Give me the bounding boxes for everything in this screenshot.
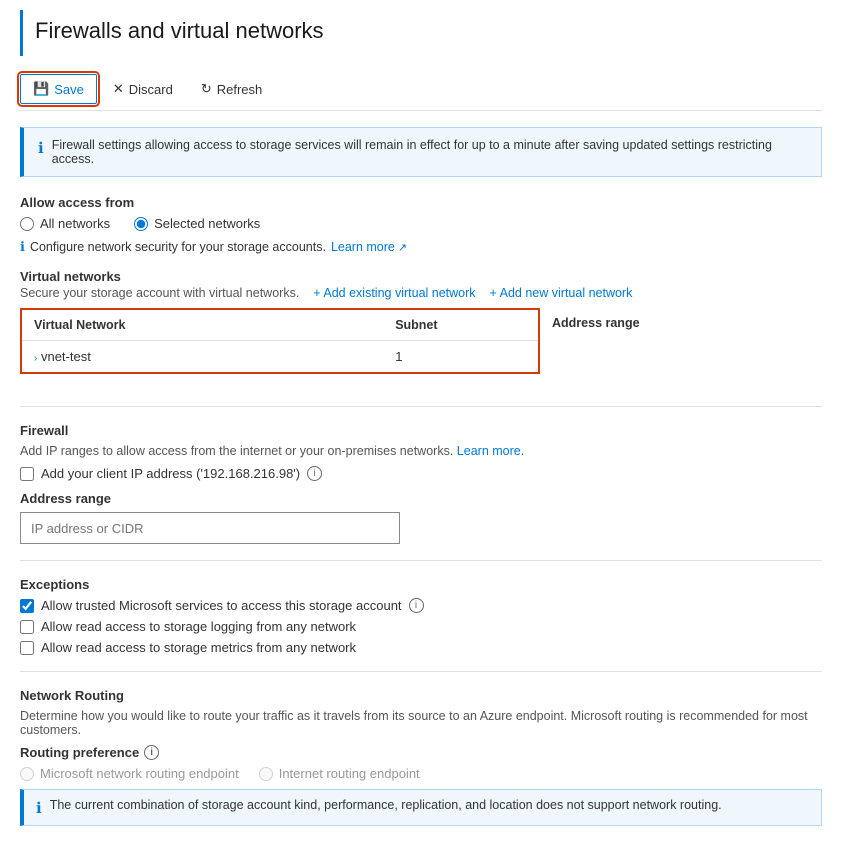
refresh-button[interactable]: ↻ Refresh xyxy=(189,75,274,103)
client-ip-info-icon[interactable]: i xyxy=(307,466,322,481)
firewall-section: Firewall Add IP ranges to allow access f… xyxy=(20,423,822,544)
divider-routing xyxy=(20,671,822,672)
firewall-title: Firewall xyxy=(20,423,822,438)
vnet-section-title: Virtual networks xyxy=(20,269,822,284)
configure-info-icon: ℹ xyxy=(20,239,25,255)
exception-1-checkbox[interactable]: Allow read access to storage logging fro… xyxy=(20,619,822,634)
vnet-name-cell: › vnet-test xyxy=(22,341,383,373)
discard-button[interactable]: ✕ Discard xyxy=(101,75,185,103)
routing-option-microsoft: Microsoft network routing endpoint xyxy=(20,766,239,781)
exception-0-info-icon[interactable]: i xyxy=(409,598,424,613)
client-ip-checkbox[interactable]: Add your client IP address ('192.168.216… xyxy=(20,466,822,481)
address-range-input[interactable] xyxy=(20,512,400,544)
exception-1-input[interactable] xyxy=(20,620,34,634)
routing-option-internet: Internet routing endpoint xyxy=(259,766,420,781)
save-button[interactable]: 💾 Save xyxy=(20,74,97,104)
address-range-label: Address range xyxy=(20,491,822,506)
info-banner: ℹ Firewall settings allowing access to s… xyxy=(20,127,822,177)
network-routing-section: Network Routing Determine how you would … xyxy=(20,688,822,826)
col-subnet: Subnet xyxy=(383,310,538,341)
routing-microsoft-input xyxy=(20,767,34,781)
subnet-cell: 1 xyxy=(383,341,538,373)
vnet-table-container: Virtual Network Subnet › vnet-test 1 Add… xyxy=(20,308,822,390)
address-range-column-header: Address range xyxy=(540,308,652,338)
routing-warning-icon: ℹ xyxy=(36,799,42,817)
refresh-icon: ↻ xyxy=(201,81,212,97)
info-banner-text: Firewall settings allowing access to sto… xyxy=(52,138,807,166)
page-title: Firewalls and virtual networks xyxy=(20,10,822,56)
routing-pref-info-icon[interactable]: i xyxy=(144,745,159,760)
radio-selected-networks[interactable]: Selected networks xyxy=(134,216,260,231)
virtual-networks-section: Virtual networks Secure your storage acc… xyxy=(20,269,822,300)
allow-access-label: Allow access from xyxy=(20,195,822,210)
routing-warning-banner: ℹ The current combination of storage acc… xyxy=(20,789,822,826)
client-ip-checkbox-input[interactable] xyxy=(20,467,34,481)
divider-firewall xyxy=(20,406,822,407)
discard-icon: ✕ xyxy=(113,81,124,97)
divider-exceptions xyxy=(20,560,822,561)
exceptions-title: Exceptions xyxy=(20,577,822,592)
routing-desc: Determine how you would like to route yo… xyxy=(20,709,822,737)
vnet-table: Virtual Network Subnet › vnet-test 1 xyxy=(22,310,538,372)
network-routing-title: Network Routing xyxy=(20,688,822,703)
configure-info-line: ℹ Configure network security for your st… xyxy=(20,239,822,255)
firewall-learn-more-link[interactable]: Learn more. xyxy=(457,444,524,458)
exceptions-section: Exceptions Allow trusted Microsoft servi… xyxy=(20,577,822,655)
radio-all-networks[interactable]: All networks xyxy=(20,216,110,231)
learn-more-link[interactable]: Learn more xyxy=(331,240,407,254)
radio-group-access: All networks Selected networks xyxy=(20,216,822,231)
save-icon: 💾 xyxy=(33,81,49,97)
vnet-section-desc: Secure your storage account with virtual… xyxy=(20,286,822,300)
exception-2-input[interactable] xyxy=(20,641,34,655)
row-expand-icon[interactable]: › xyxy=(34,353,37,364)
vnet-table-wrapper: Virtual Network Subnet › vnet-test 1 xyxy=(20,308,540,374)
routing-options: Microsoft network routing endpoint Inter… xyxy=(20,766,822,781)
col-virtual-network: Virtual Network xyxy=(22,310,383,341)
toolbar: 💾 Save ✕ Discard ↻ Refresh xyxy=(20,68,822,111)
exception-0-checkbox[interactable]: Allow trusted Microsoft services to acce… xyxy=(20,598,822,613)
radio-selected-networks-input[interactable] xyxy=(134,217,148,231)
info-icon: ℹ xyxy=(38,139,44,157)
routing-internet-input xyxy=(259,767,273,781)
table-row: › vnet-test 1 xyxy=(22,341,538,373)
radio-all-networks-input[interactable] xyxy=(20,217,34,231)
exception-0-input[interactable] xyxy=(20,599,34,613)
add-existing-vnet-link[interactable]: + Add existing virtual network xyxy=(313,286,475,300)
routing-warning-text: The current combination of storage accou… xyxy=(50,798,722,812)
allow-access-section: Allow access from All networks Selected … xyxy=(20,195,822,231)
add-new-vnet-link[interactable]: + Add new virtual network xyxy=(490,286,633,300)
routing-preference-label: Routing preference i xyxy=(20,745,822,760)
exception-2-checkbox[interactable]: Allow read access to storage metrics fro… xyxy=(20,640,822,655)
firewall-desc: Add IP ranges to allow access from the i… xyxy=(20,444,822,458)
